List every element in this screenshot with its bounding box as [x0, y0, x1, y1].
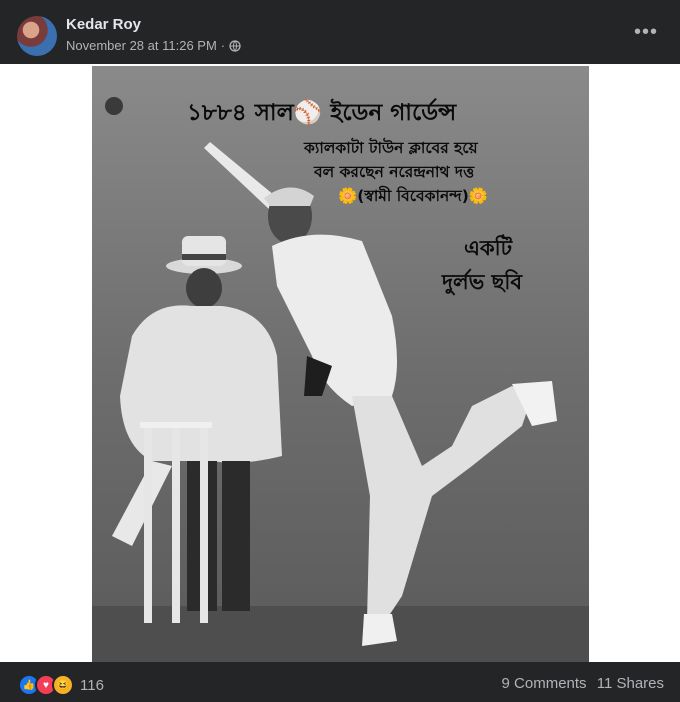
- post-footer: 👍 ♥ 😆 116 9 Comments 11 Shares: [0, 662, 680, 702]
- post-card: Kedar Roy November 28 at 11:26 PM · •••: [0, 0, 680, 702]
- caption-swami: 🌼(স্বামী বিবেকানন্দ)🌼: [338, 187, 489, 205]
- caption-club: ক্যালকাটা টাউন ক্লাবের হয়ে: [304, 139, 478, 157]
- caption-rare-2: দুর্লভ ছবি: [442, 270, 523, 294]
- post-header: Kedar Roy November 28 at 11:26 PM · •••: [0, 0, 680, 64]
- post-image-container[interactable]: ১৮৮৪ সাল⚾ ইডেন গার্ডেন্স ক্যালকাটা টাউন …: [0, 64, 680, 662]
- shares-link[interactable]: 11 Shares: [597, 675, 664, 692]
- meta-separator: ·: [220, 38, 226, 53]
- globe-icon[interactable]: [229, 39, 241, 52]
- caption-bowler: বল করছেন নরেন্দ্রনাথ দত্ত: [314, 163, 475, 181]
- post-timestamp[interactable]: November 28 at 11:26 PM: [66, 38, 217, 53]
- reaction-count[interactable]: 116: [80, 677, 104, 694]
- post-image[interactable]: ১৮৮৪ সাল⚾ ইডেন গার্ডেন্স ক্যালকাটা টাউন …: [92, 66, 589, 662]
- reactions-summary[interactable]: 👍 ♥ 😆 116: [18, 674, 104, 696]
- more-options-icon[interactable]: •••: [634, 22, 658, 42]
- engagement-stats: 9 Comments 11 Shares: [496, 675, 664, 692]
- author-name[interactable]: Kedar Roy: [66, 16, 141, 33]
- caption-rare-1: একটি: [464, 236, 513, 260]
- author-avatar[interactable]: [17, 16, 57, 56]
- comments-link[interactable]: 9 Comments: [502, 675, 587, 692]
- caption-year-venue: ১৮৮৪ সাল⚾ ইডেন গার্ডেন্স: [187, 100, 457, 126]
- haha-reaction-icon: 😆: [52, 674, 74, 696]
- post-meta: November 28 at 11:26 PM ·: [66, 38, 241, 53]
